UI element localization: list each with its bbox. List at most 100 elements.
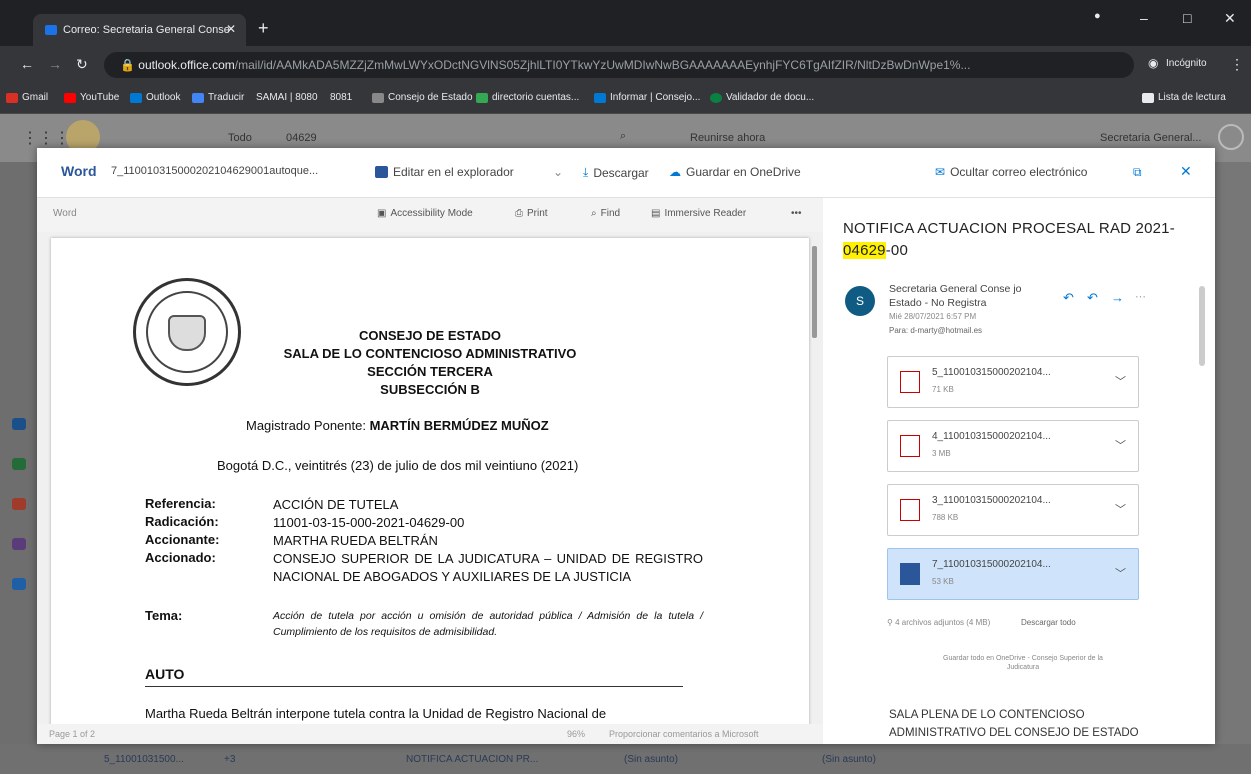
find-button[interactable]: ⌕ Find [591, 208, 620, 219]
bookmark-8081[interactable]: 8081 [330, 92, 352, 103]
search-icon[interactable]: ⌕ [620, 130, 626, 143]
attachment-name: 4_110010315000202104... [932, 431, 1051, 442]
browser-tab[interactable]: Correo: Secretaria General Conse ✕ [33, 14, 246, 46]
attachment-preview-modal: Word 7_110010315000202104629001autoque..… [37, 148, 1215, 744]
minimized-item-extra[interactable]: +3 [224, 754, 235, 765]
document-viewer: Word ▣ Accessibility Mode ⎙ Print ⌕ Find ▤ I… [37, 198, 823, 744]
app-launcher-icon[interactable]: ⋮⋮⋮ [22, 128, 70, 148]
bookmark-youtube[interactable]: YouTube [64, 92, 119, 103]
excel-app-icon[interactable] [12, 458, 26, 470]
download-all-link[interactable]: Descargar todo [1021, 618, 1076, 627]
user-avatar[interactable] [1218, 124, 1244, 150]
incognito-label[interactable]: Incógnito [1166, 58, 1207, 69]
paperclip-icon: ⚲ [887, 618, 896, 627]
document-page: CONSEJO DE ESTADO SALA DE LO CONTENCIOSO… [51, 238, 809, 730]
bookmark-traducir[interactable]: Traducir [192, 92, 244, 103]
zoom-level[interactable]: 96% [567, 729, 585, 739]
print-button[interactable]: ⎙ Print [515, 208, 548, 219]
chevron-down-icon[interactable]: ﹀ [1115, 501, 1126, 517]
url-host: outlook.office.com [138, 58, 235, 72]
sender-avatar[interactable]: S [845, 286, 875, 316]
minimized-item-attachment[interactable]: 5_11001031500... [104, 754, 184, 765]
immersive-reader-icon: ▤ [651, 208, 661, 219]
sheets-icon [476, 92, 488, 103]
gmail-icon [6, 92, 18, 103]
attachment-card[interactable]: 3_110010315000202104... 788 KB ﹀ [887, 484, 1139, 536]
attachment-card[interactable]: 5_110010315000202104... 71 KB ﹀ [887, 356, 1139, 408]
attachment-name: 7_110010315000202104... [932, 559, 1051, 570]
email-subject: NOTIFICA ACTUACION PROCESAL RAD 2021-046… [843, 220, 1175, 259]
powerpoint-app-icon[interactable] [12, 498, 26, 510]
minimized-drafts-bar: 5_11001031500... +3 NOTIFICA ACTUACION P… [0, 744, 1251, 774]
bookmark-directorio[interactable]: directorio cuentas... [476, 92, 579, 103]
menu-kebab-icon[interactable]: ⋮ [1230, 56, 1244, 73]
edit-dropdown-chevron-icon[interactable]: ⌄ [553, 165, 563, 179]
minimized-item-notifica[interactable]: NOTIFICA ACTUACION PR... [406, 754, 538, 765]
download-icon: ⤓ [583, 165, 589, 179]
download-button[interactable]: ⤓ Descargar [583, 165, 649, 180]
url-input[interactable]: 🔒 outlook.office.com/mail/id/AAMkADA5MZZ… [104, 52, 1134, 78]
back-arrow-icon[interactable]: ← [20, 56, 34, 72]
popout-icon[interactable]: ⧉ [1133, 165, 1142, 180]
bookmark-samai-8080[interactable]: SAMAI | 8080 [256, 92, 318, 103]
reply-icon[interactable]: ↶ [1063, 290, 1074, 306]
close-window-button[interactable]: ✕ [1224, 10, 1236, 27]
chevron-down-icon[interactable]: ﹀ [1115, 373, 1126, 389]
todo-app-icon[interactable] [12, 578, 26, 590]
reading-pane-scrollbar[interactable] [1199, 286, 1205, 366]
accessibility-mode-button[interactable]: ▣ Accessibility Mode [377, 208, 473, 219]
minimized-item-draft-2[interactable]: (Sin asunto) [822, 754, 876, 765]
auto-heading: AUTO [145, 666, 185, 682]
chevron-down-icon[interactable]: ﹀ [1115, 565, 1126, 581]
chevron-down-icon[interactable]: ﹀ [1115, 437, 1126, 453]
bookmark-gmail[interactable]: Gmail [6, 92, 48, 103]
user-name[interactable]: Secretaria General... [1100, 132, 1202, 144]
more-options-button[interactable]: ••• [791, 208, 802, 219]
bookmark-outlook[interactable]: Outlook [130, 92, 180, 103]
outlook-icon [130, 92, 142, 103]
bookmark-validador[interactable]: Validador de docu... [710, 92, 814, 103]
search-input[interactable]: 04629 [286, 132, 317, 144]
document-scrollbar[interactable] [812, 246, 817, 338]
mail-app-icon[interactable] [12, 418, 26, 430]
onenote-app-icon[interactable] [12, 538, 26, 550]
forward-arrow-icon[interactable]: → [48, 56, 62, 72]
maximize-button[interactable]: □ [1183, 10, 1191, 26]
immersive-reader-button[interactable]: ▤ Immersive Reader [651, 208, 746, 219]
sender-name[interactable]: Secretaria General Conse jo Estado - No … [889, 282, 1039, 310]
save-all-onedrive-link[interactable]: Guardar todo en OneDrive - Consejo Super… [933, 654, 1113, 672]
edit-in-browser-button[interactable]: Editar en el explorador [375, 165, 514, 179]
doc-heading-3: SECCIÓN TERCERA [367, 364, 493, 379]
search-highlight: 04629 [843, 242, 886, 259]
bookmark-consejo-estado[interactable]: Consejo de Estado [372, 92, 473, 103]
reload-icon[interactable]: ↻ [76, 56, 88, 73]
word-file-icon [900, 563, 920, 585]
attachment-card-selected[interactable]: 7_110010315000202104... 53 KB ﹀ [887, 548, 1139, 600]
new-tab-button[interactable]: + [258, 18, 269, 39]
attachment-name: 5_110010315000202104... [932, 367, 1051, 378]
document-body-text: Martha Rueda Beltrán interpone tutela co… [145, 706, 607, 721]
attachment-size: 71 KB [932, 385, 954, 394]
preview-header: Word 7_110010315000202104629001autoque..… [37, 148, 1215, 198]
reply-all-icon[interactable]: ↶ [1087, 290, 1098, 306]
pdf-file-icon [900, 435, 920, 457]
attachment-card[interactable]: 4_110010315000202104... 3 MB ﹀ [887, 420, 1139, 472]
search-scope[interactable]: Todo [228, 132, 252, 144]
bookmark-informar[interactable]: Informar | Consejo... [594, 92, 700, 103]
close-preview-button[interactable]: ✕ [1180, 163, 1192, 180]
url-path: /mail/id/AAMkADA5MZZjZmMwLWYxODctNGVlNS0… [234, 58, 971, 72]
attachment-size: 3 MB [932, 449, 951, 458]
more-actions-icon[interactable]: ⋯ [1135, 290, 1146, 303]
save-onedrive-button[interactable]: ☁ Guardar en OneDrive [669, 165, 801, 179]
document-date: Bogotá D.C., veintitrés (23) de julio de… [217, 458, 579, 473]
feedback-link[interactable]: Proporcionar comentarios a Microsoft [609, 729, 759, 739]
email-recipient: Para: d-marty@hotmail.es [889, 326, 983, 335]
close-tab-icon[interactable]: ✕ [226, 22, 236, 36]
hide-email-button[interactable]: ✉ Ocultar correo electrónico [935, 165, 1087, 179]
reading-list-button[interactable]: Lista de lectura [1142, 92, 1226, 103]
meet-now-button[interactable]: Reunirse ahora [690, 132, 765, 144]
forward-icon[interactable]: → [1111, 290, 1124, 305]
minimized-item-draft-1[interactable]: (Sin asunto) [624, 754, 678, 765]
minimize-button[interactable]: – [1140, 10, 1148, 26]
field-value: CONSEJO SUPERIOR DE LA JUDICATURA – UNID… [273, 551, 703, 584]
